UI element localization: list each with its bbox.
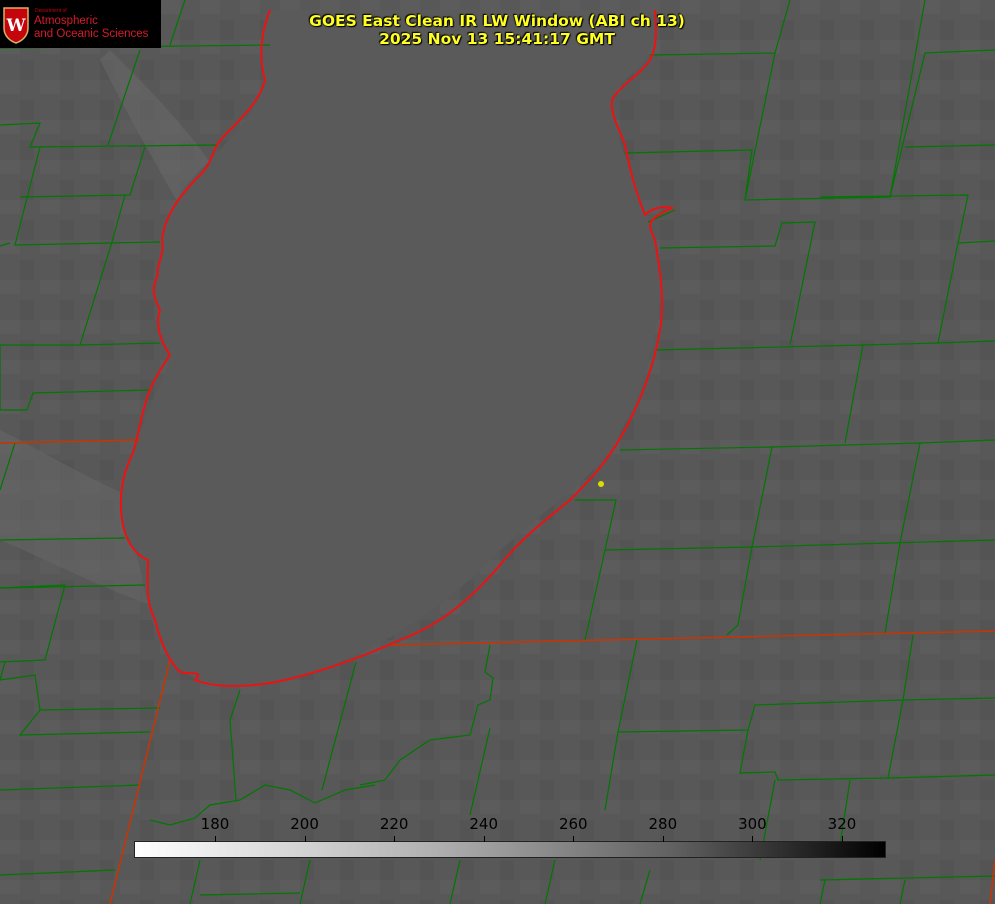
colorbar-tick [215, 836, 216, 842]
colorbar-tick-label: 260 [558, 815, 588, 833]
location-marker [598, 481, 604, 487]
colorbar-tick-label: 280 [648, 815, 678, 833]
logo-line-2: and Oceanic Sciences [34, 28, 149, 40]
colorbar-tick [304, 836, 306, 842]
colorbar-tick-label: 180 [200, 815, 230, 833]
colorbar-tick [573, 836, 575, 842]
image-title: GOES East Clean IR LW Window (ABI ch 13) [309, 12, 685, 30]
logo-department-text: Department of [35, 8, 67, 14]
colorbar-tick [662, 836, 664, 842]
colorbar-tick-label: 200 [290, 815, 319, 833]
colorbar-tick-label: 300 [738, 815, 767, 833]
colorbar-tick-label: 240 [469, 815, 499, 833]
colorbar-tick [842, 836, 843, 842]
colorbar-tick [752, 836, 754, 842]
colorbar-tick-label: 220 [379, 815, 409, 833]
logo-line-1: Atmospheric [34, 15, 98, 27]
colorbar-tick [394, 836, 396, 842]
image-timestamp: 2025 Nov 13 15:41:17 GMT [379, 30, 615, 48]
colorbar-tick [483, 836, 485, 842]
svg-text:W: W [5, 16, 26, 36]
colorbar [134, 841, 886, 858]
uw-crest-icon: W [3, 7, 29, 44]
colorbar-tick-label: 320 [827, 815, 857, 833]
uw-aos-logo: W Department of Atmospheric and Oceanic … [0, 0, 161, 48]
satellite-map [0, 0, 995, 904]
